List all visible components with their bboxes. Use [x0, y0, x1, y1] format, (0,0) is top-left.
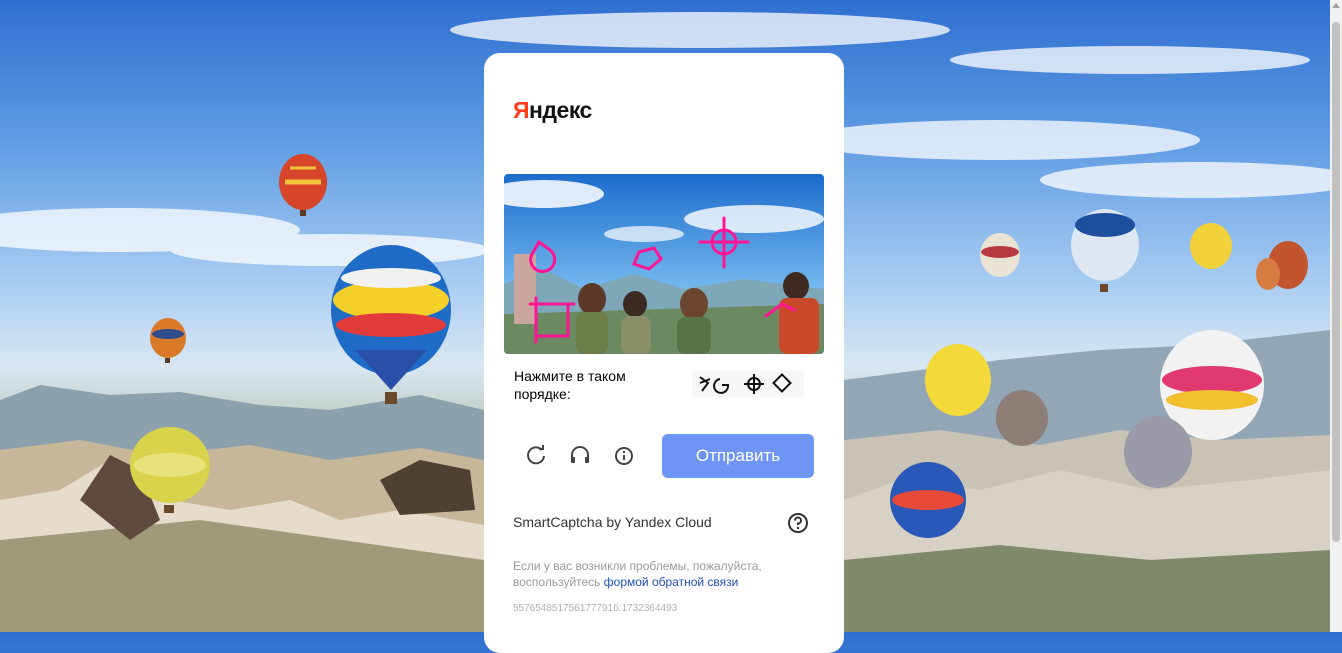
scroll-up-arrow-icon[interactable] — [1332, 3, 1340, 8]
page-scrollbar[interactable] — [1330, 0, 1342, 632]
submit-button[interactable]: Отправить — [662, 434, 814, 478]
audio-button[interactable] — [566, 441, 594, 469]
captcha-image[interactable] — [504, 174, 824, 354]
refresh-icon — [527, 445, 545, 465]
feedback-form-link[interactable]: формой обратной связи — [604, 575, 739, 589]
question-icon[interactable] — [787, 512, 809, 534]
refresh-button[interactable] — [522, 441, 550, 469]
yandex-logo: Яндекс — [513, 97, 592, 124]
info-button[interactable] — [610, 441, 638, 469]
info-icon — [615, 447, 633, 465]
order-hint-image — [692, 371, 804, 397]
logo-rest: ндекс — [529, 97, 592, 123]
help-text: Если у вас возникли проблемы, пожалуйста… — [513, 558, 813, 590]
captcha-picture[interactable] — [504, 174, 824, 354]
logo-first-letter: Я — [513, 97, 530, 123]
smartcaptcha-brand: SmartCaptcha by Yandex Cloud — [513, 514, 712, 530]
captcha-card: Яндекс Нажмите в таком порядке: Отправит… — [484, 53, 844, 653]
scrollbar-thumb[interactable] — [1332, 22, 1340, 542]
headphones-icon — [571, 446, 589, 463]
captcha-instruction: Нажмите в таком порядке: — [514, 368, 626, 402]
request-id: 557654851756177791б:1732364493 — [513, 603, 678, 614]
